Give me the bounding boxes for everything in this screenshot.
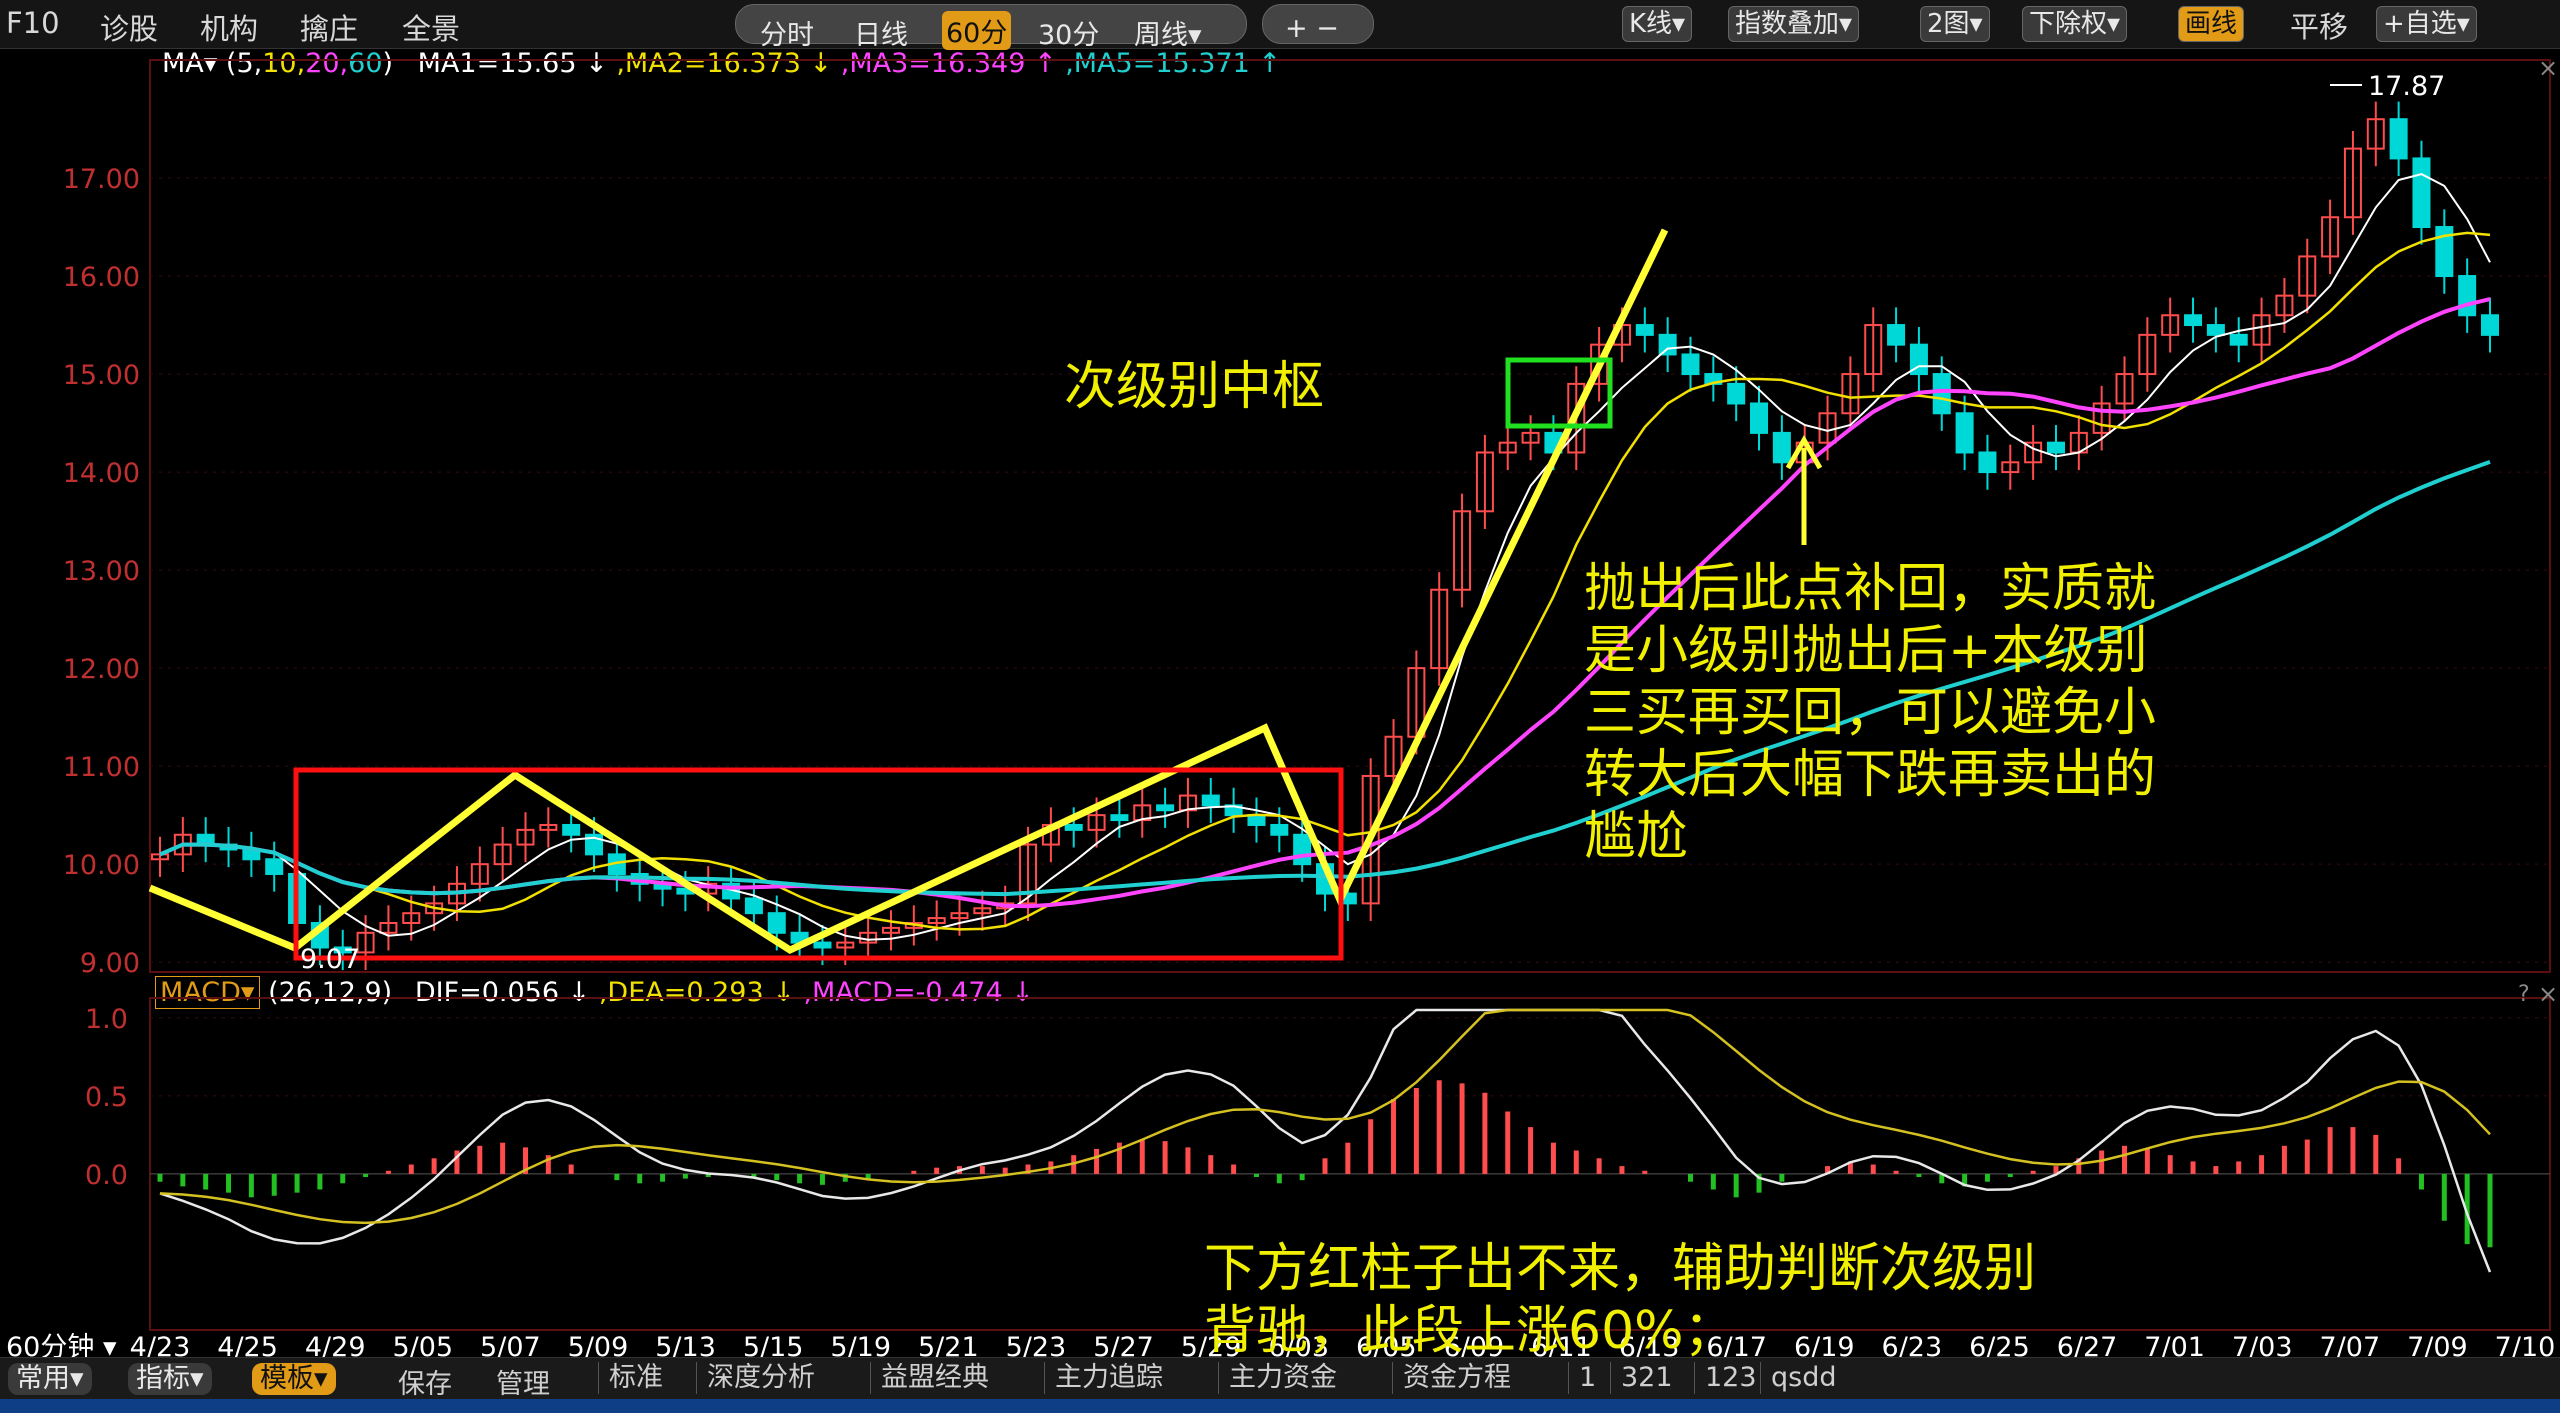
candle-body — [2229, 333, 2248, 346]
candle-body — [1156, 804, 1175, 812]
price-tick-label: 11.00 — [63, 752, 140, 783]
macd-tick-label: 0.0 — [85, 1160, 128, 1191]
macd-note-line: 下方红柱子出不来，辅助判断次级别 — [1204, 1239, 2037, 1299]
candle-body — [1955, 412, 1974, 454]
price-grid — [149, 59, 2551, 1331]
macd-help-icon[interactable]: ? — [2518, 982, 2530, 1007]
user-drawings — [148, 228, 1823, 961]
candle-body — [2046, 441, 2065, 454]
candle-body — [813, 941, 832, 949]
candle-body — [265, 858, 284, 875]
candle-body — [2389, 118, 2408, 160]
macd-lines — [159, 1008, 2492, 1273]
candle-body — [2184, 314, 2203, 327]
candle-body — [1201, 794, 1220, 807]
price-tick-label: 17.00 — [63, 164, 140, 195]
tab-1[interactable]: 1 — [1568, 1362, 1606, 1394]
note-line: 三买再买回，可以避免小 — [1584, 683, 2157, 743]
bottom-toolbar: 常用▾ 指标▾ 模板▾ 保存 管理 标准 深度分析 益盟经典 主力追踪 主力资金… — [0, 1357, 2560, 1400]
manage-button[interactable]: 管理 — [496, 1362, 550, 1401]
price-tick-label: 13.00 — [63, 556, 140, 587]
price-tick-label: 12.00 — [63, 654, 140, 685]
status-band — [0, 1399, 2560, 1413]
template-menu-button[interactable]: 模板▾ — [252, 1363, 336, 1395]
macd-tick-label: 1.0 — [85, 1004, 128, 1035]
tab-deep-analysis[interactable]: 深度分析 — [696, 1362, 825, 1394]
dif-line — [159, 1008, 2492, 1273]
tab-classic[interactable]: 益盟经典 — [870, 1362, 999, 1394]
tab-standard[interactable]: 标准 — [598, 1362, 673, 1394]
macd-tick-label: 0.5 — [85, 1082, 128, 1113]
candle-body — [1681, 353, 1700, 376]
candle-body — [1658, 333, 1677, 356]
candle-body — [562, 823, 581, 836]
tab-321[interactable]: 321 — [1610, 1362, 1683, 1394]
candle-body — [1293, 833, 1312, 866]
chart-area[interactable]: 17.0016.0015.0014.0013.0012.0011.0010.00… — [0, 0, 2560, 1413]
macd-note-line: 背驰，此段上涨60%； — [1204, 1301, 1736, 1361]
candle-body — [1750, 402, 1769, 434]
candle-body — [1270, 823, 1289, 836]
candle-body — [2481, 314, 2499, 336]
macd-close-icon[interactable]: × — [2538, 980, 2558, 1008]
price-tick-label: 15.00 — [63, 360, 140, 391]
candle-body — [744, 897, 763, 915]
price-tick-label: 16.00 — [63, 262, 140, 293]
candle-body — [1727, 382, 1746, 405]
price-tick-label: 10.00 — [63, 850, 140, 881]
tab-fund-equation[interactable]: 资金方程 — [1392, 1362, 1521, 1394]
price-tick-label: 14.00 — [63, 458, 140, 489]
price-tick-label: 9.00 — [80, 948, 140, 979]
note-line: 是小级别抛出后+本级别 — [1584, 621, 2148, 681]
candle-body — [1110, 814, 1129, 822]
buy-back-note: 抛出后此点补回，实质就 是小级别抛出后+本级别 三买再买回，可以避免小 转大后大… — [1584, 558, 2156, 868]
price-close-icon[interactable]: × — [2538, 54, 2558, 82]
indicator-menu-button[interactable]: 指标▾ — [128, 1363, 212, 1395]
macd-divergence-note: 下方红柱子出不来，辅助判断次级别 背驰，此段上涨60%； — [1204, 1238, 2036, 1362]
common-menu-button[interactable]: 常用▾ — [8, 1363, 92, 1395]
note-line: 转大后大幅下跌再卖出的 — [1584, 745, 2157, 805]
tab-main-force-track[interactable]: 主力追踪 — [1044, 1362, 1173, 1394]
candle-body — [1247, 814, 1266, 826]
dea-line — [159, 1008, 2491, 1225]
tab-main-funds[interactable]: 主力资金 — [1218, 1362, 1347, 1394]
candle-body — [1932, 373, 1951, 415]
tab-qsdd[interactable]: qsdd — [1760, 1362, 1846, 1394]
macd-histogram — [150, 1080, 2550, 1248]
tab-123[interactable]: 123 — [1694, 1362, 1767, 1394]
note-line: 尴尬 — [1584, 807, 1689, 867]
sub-level-center-label: 次级别中枢 — [1064, 357, 1325, 417]
candle-body — [2206, 324, 2225, 336]
save-button[interactable]: 保存 — [398, 1362, 452, 1401]
max-price-label: 17.87 — [2368, 71, 2445, 102]
min-price-label: 9.07 — [300, 944, 360, 975]
candle-body — [1064, 823, 1083, 831]
candle-body — [1887, 324, 1906, 346]
candle-body — [767, 912, 786, 934]
candle-body — [2412, 157, 2431, 229]
candle-body — [2458, 275, 2477, 317]
candle-body — [1978, 451, 1997, 474]
candle-body — [1635, 324, 1654, 336]
note-line: 抛出后此点补回，实质就 — [1584, 559, 2157, 619]
candle-body — [1772, 431, 1791, 464]
